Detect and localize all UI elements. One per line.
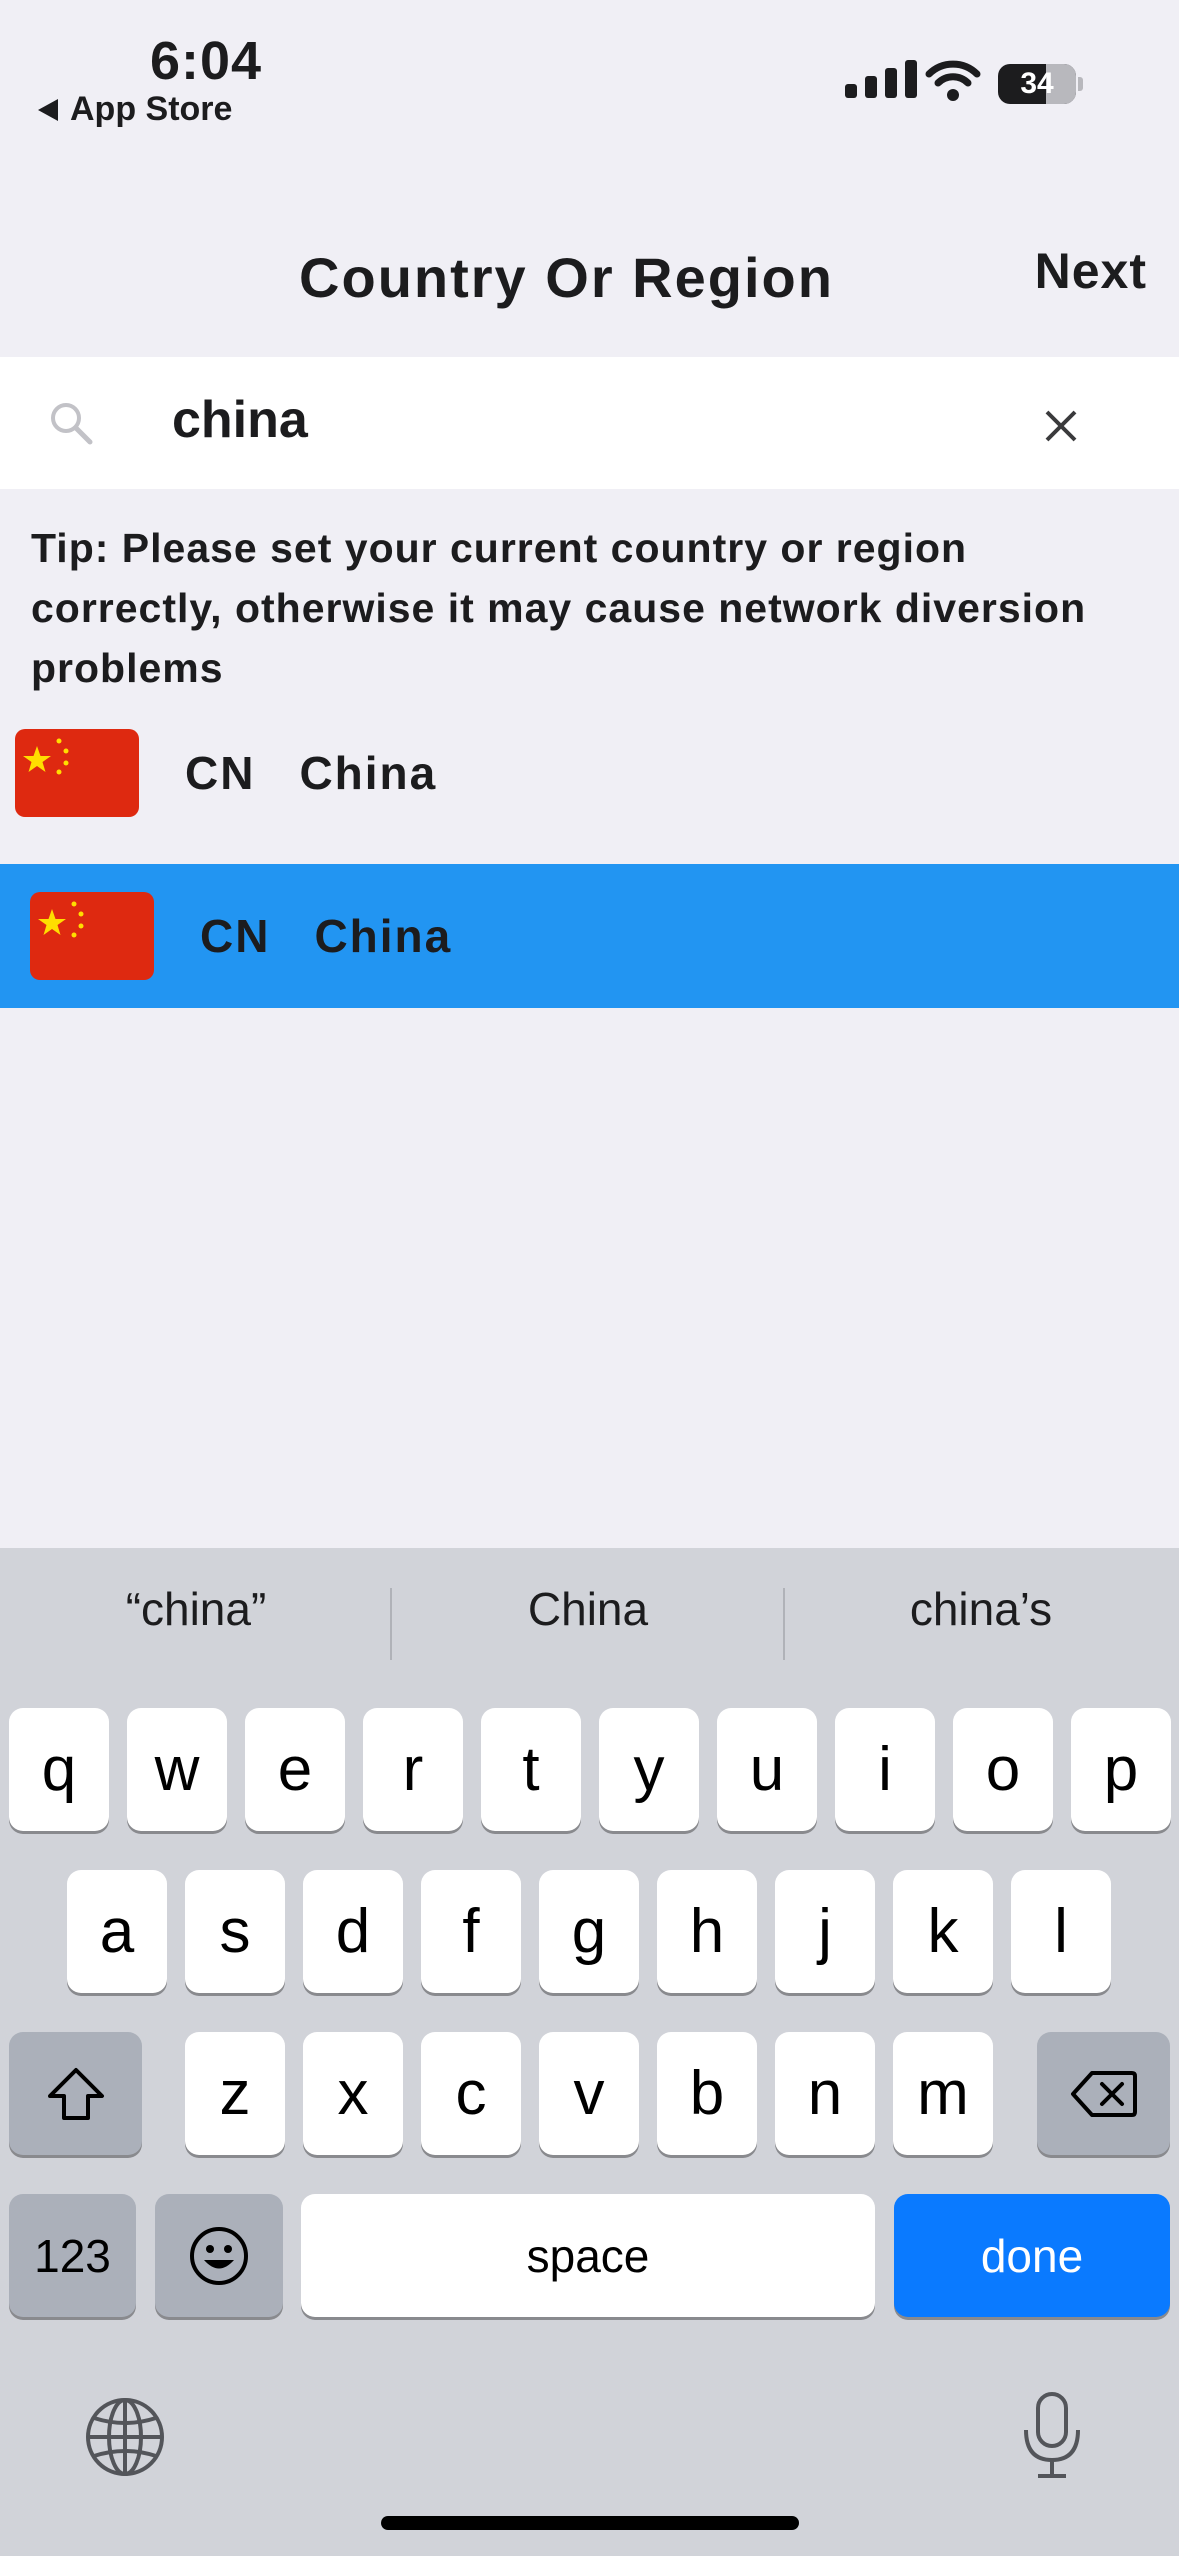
done-key[interactable]: done	[894, 2194, 1170, 2317]
key-u[interactable]: u	[717, 1708, 817, 1831]
key-p[interactable]: p	[1071, 1708, 1171, 1831]
key-d[interactable]: d	[303, 1870, 403, 1993]
home-indicator	[381, 2516, 799, 2530]
suggestion-capitalized[interactable]: China	[392, 1582, 784, 1636]
battery-level: 34	[1020, 67, 1054, 100]
key-v[interactable]: v	[539, 2032, 639, 2155]
country-code: CN	[200, 910, 271, 962]
key-z[interactable]: z	[185, 2032, 285, 2155]
emoji-key[interactable]	[155, 2194, 283, 2317]
shift-key[interactable]	[9, 2032, 142, 2155]
key-j[interactable]: j	[775, 1870, 875, 1993]
key-r[interactable]: r	[363, 1708, 463, 1831]
key-g[interactable]: g	[539, 1870, 639, 1993]
microphone-icon[interactable]	[1018, 2390, 1086, 2485]
china-flag-icon	[30, 892, 154, 980]
backspace-icon	[1070, 2070, 1137, 2117]
next-button[interactable]: Next	[1035, 242, 1147, 300]
key-h[interactable]: h	[657, 1870, 757, 1993]
numbers-key[interactable]: 123	[9, 2194, 136, 2317]
key-q[interactable]: q	[9, 1708, 109, 1831]
china-flag-icon	[15, 729, 139, 817]
shift-arrow-icon	[47, 2067, 104, 2120]
key-y[interactable]: y	[599, 1708, 699, 1831]
list-item[interactable]: CN China	[0, 728, 1179, 818]
tip-text: Tip: Please set your current country or …	[31, 525, 1087, 691]
country-name: China	[299, 747, 438, 799]
page-title: Country Or Region	[299, 246, 834, 309]
back-arrow-icon	[38, 98, 58, 121]
battery-tip	[1078, 77, 1083, 91]
emoji-icon	[190, 2226, 248, 2285]
search-input[interactable]	[172, 375, 992, 465]
battery-icon: 34	[998, 64, 1076, 104]
country-name: China	[314, 910, 453, 962]
close-icon	[1045, 410, 1077, 442]
space-key[interactable]: space	[301, 2194, 875, 2317]
search-icon	[48, 400, 94, 451]
country-code: CN	[185, 747, 256, 799]
list-item-selected[interactable]: CN China	[0, 864, 1179, 1008]
key-s[interactable]: s	[185, 1870, 285, 1993]
backspace-key[interactable]	[1037, 2032, 1170, 2155]
key-l[interactable]: l	[1011, 1870, 1111, 1993]
wifi-icon	[925, 58, 981, 107]
key-t[interactable]: t	[481, 1708, 581, 1831]
key-b[interactable]: b	[657, 2032, 757, 2155]
key-o[interactable]: o	[953, 1708, 1053, 1831]
clear-search-button[interactable]	[1035, 400, 1087, 452]
cellular-signal-icon	[845, 60, 917, 98]
back-to-app-link[interactable]: App Store	[38, 90, 232, 129]
key-c[interactable]: c	[421, 2032, 521, 2155]
status-time: 6:04	[150, 31, 263, 91]
key-a[interactable]: a	[67, 1870, 167, 1993]
key-n[interactable]: n	[775, 2032, 875, 2155]
key-i[interactable]: i	[835, 1708, 935, 1831]
suggestion-quoted[interactable]: “china”	[0, 1582, 392, 1636]
suggestion-possessive[interactable]: china’s	[785, 1582, 1177, 1636]
back-app-label: App Store	[70, 90, 233, 128]
key-m[interactable]: m	[893, 2032, 993, 2155]
globe-icon[interactable]	[84, 2396, 166, 2483]
key-x[interactable]: x	[303, 2032, 403, 2155]
key-k[interactable]: k	[893, 1870, 993, 1993]
key-w[interactable]: w	[127, 1708, 227, 1831]
key-f[interactable]: f	[421, 1870, 521, 1993]
key-e[interactable]: e	[245, 1708, 345, 1831]
